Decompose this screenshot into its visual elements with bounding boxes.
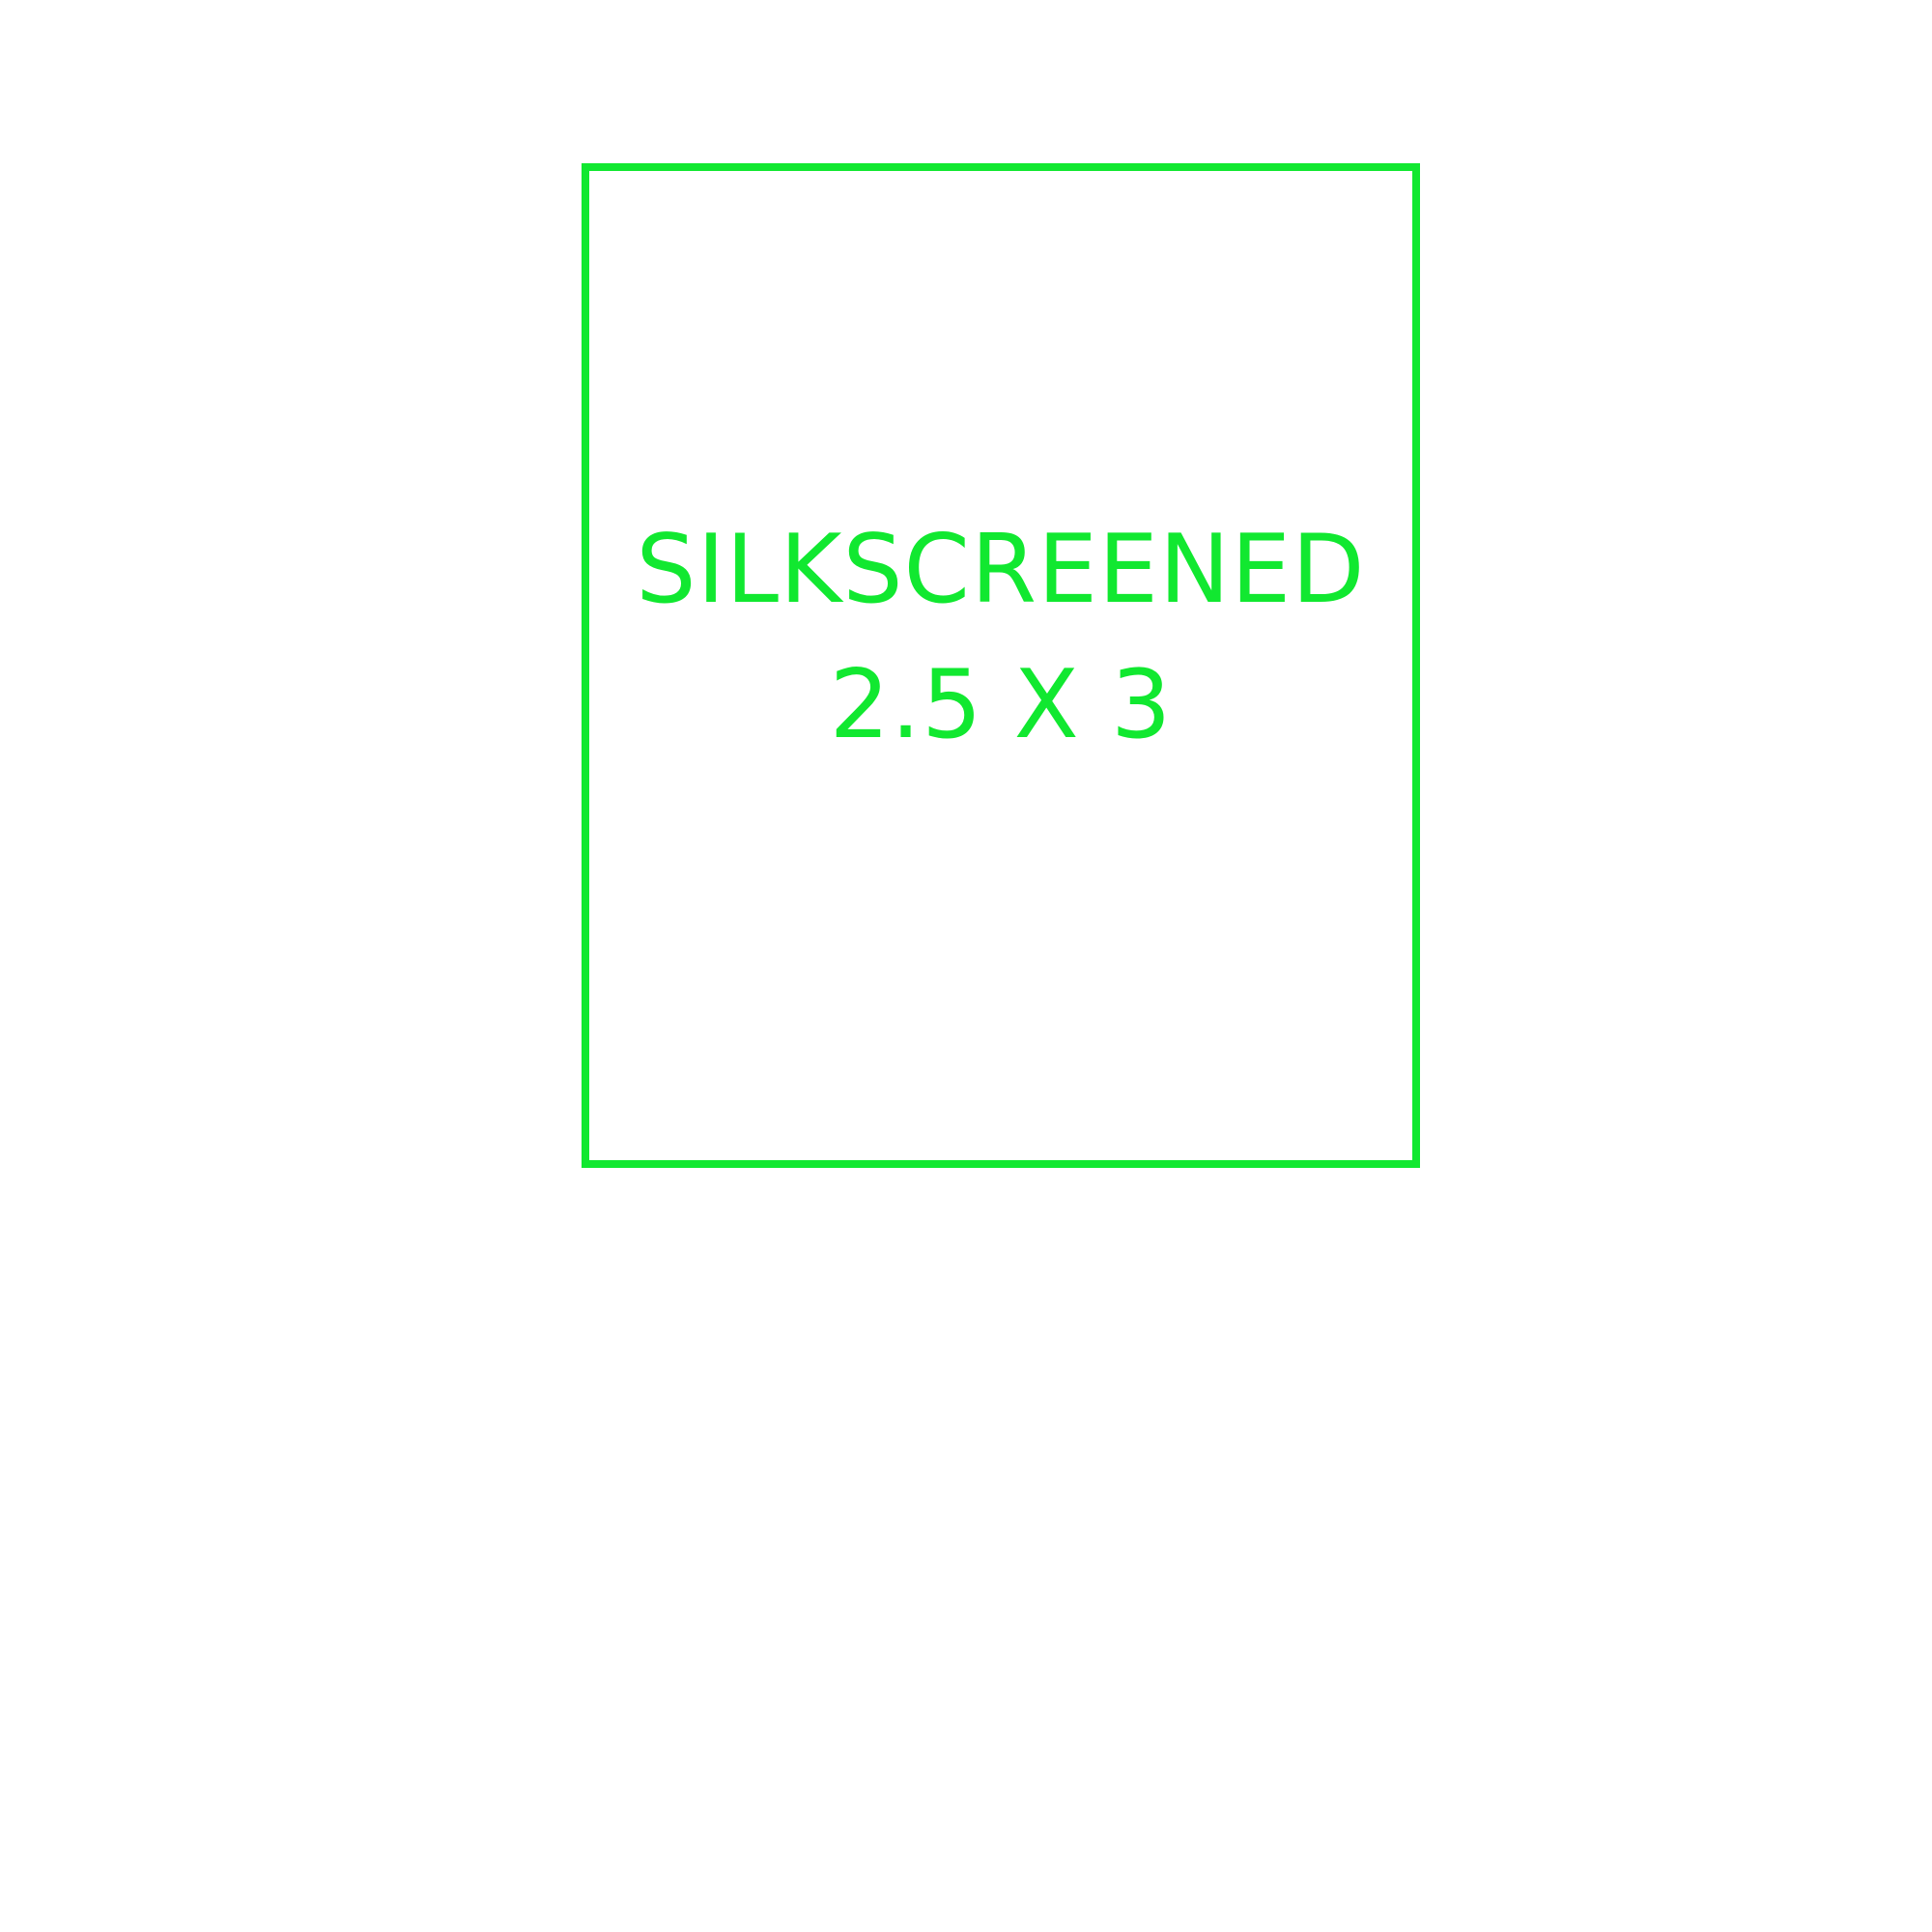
- silkscreen-label: SILKSCREENED 2.5 X 3: [582, 502, 1420, 773]
- silkscreen-label-title: SILKSCREENED: [636, 515, 1366, 625]
- diagram-canvas: SILKSCREENED 2.5 X 3: [0, 0, 1932, 1932]
- silkscreen-label-dimensions: 2.5 X 3: [829, 650, 1173, 760]
